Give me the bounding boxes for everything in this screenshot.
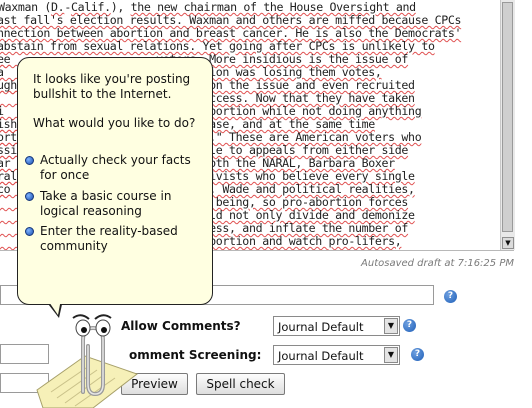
scroll-down-arrow-icon[interactable]: ▼: [502, 237, 514, 249]
misspelled-text: ar: [0, 156, 11, 170]
option-check-facts[interactable]: Actually check your facts for once: [25, 153, 200, 183]
scrollbar-thumb[interactable]: [502, 2, 513, 232]
misspelled-text: ral: [0, 169, 17, 183]
misspelled-text: ast fall's election results. Waxman and …: [0, 13, 462, 27]
misspelled-text: Calif.: [70, 0, 111, 14]
allow-comments-select[interactable]: Journal Default ▼: [273, 316, 400, 336]
spell-check-button[interactable]: Spell check: [196, 373, 285, 395]
assistant-message: It looks like you're posting bullshit to…: [33, 72, 191, 101]
dropdown-arrow-icon[interactable]: ▼: [384, 318, 398, 334]
option-bullet-icon: [25, 192, 34, 201]
allow-comments-value: Journal Default: [278, 320, 364, 334]
option-label: Actually check your facts for once: [40, 153, 191, 182]
dropdown-arrow-icon[interactable]: ▼: [384, 347, 398, 363]
autosave-status: Autosaved draft at 7:16:25 PM: [361, 258, 514, 269]
assistant-question: What would you like to do?: [33, 116, 196, 130]
option-bullet-icon: [25, 156, 34, 165]
option-reality-based[interactable]: Enter the reality-based community: [25, 224, 200, 254]
comment-screening-label: omment Screening:: [129, 348, 262, 362]
misspelled-text: ugh: [0, 78, 17, 92]
misspelled-text: i: [0, 104, 4, 118]
editor-text: ),: [110, 0, 131, 14]
comment-screening-value: Journal Default: [278, 349, 364, 363]
misspelled-text: abstain from sexual relations. Yet going…: [0, 39, 435, 53]
misspelled-text: ssi: [0, 143, 17, 157]
help-icon[interactable]: ?: [444, 290, 457, 303]
editor-scrollbar[interactable]: ▼: [500, 0, 515, 250]
editor-line-fragment: ugh: [0, 79, 17, 92]
option-label: Enter the reality-based community: [40, 224, 178, 253]
misspelled-text: ish: [0, 117, 17, 131]
misspelled-text: co: [0, 182, 11, 196]
misspelled-text: ee: [0, 52, 11, 66]
misspelled-text: the new chairman of the House Oversight …: [130, 0, 416, 14]
option-bullet-icon: [25, 227, 34, 236]
paperclip-assistant-icon[interactable]: [33, 310, 143, 408]
misspelled-text: ort: [0, 130, 17, 144]
comment-screening-select[interactable]: Journal Default ▼: [273, 345, 400, 365]
misspelled-text: nnection between abortion and breast can…: [0, 26, 462, 40]
editor-text: Waxman (: [0, 0, 52, 14]
editor-text: -: [64, 0, 71, 14]
misspelled-text: a: [0, 65, 4, 79]
editor-line-fragment: co: [0, 182, 11, 196]
misspelled-text: D.: [51, 0, 65, 14]
option-logic-course[interactable]: Take a basic course in logical reasoning: [25, 189, 200, 219]
help-icon[interactable]: ?: [403, 319, 416, 332]
help-icon[interactable]: ?: [411, 348, 424, 361]
option-label: Take a basic course in logical reasoning: [40, 189, 172, 218]
